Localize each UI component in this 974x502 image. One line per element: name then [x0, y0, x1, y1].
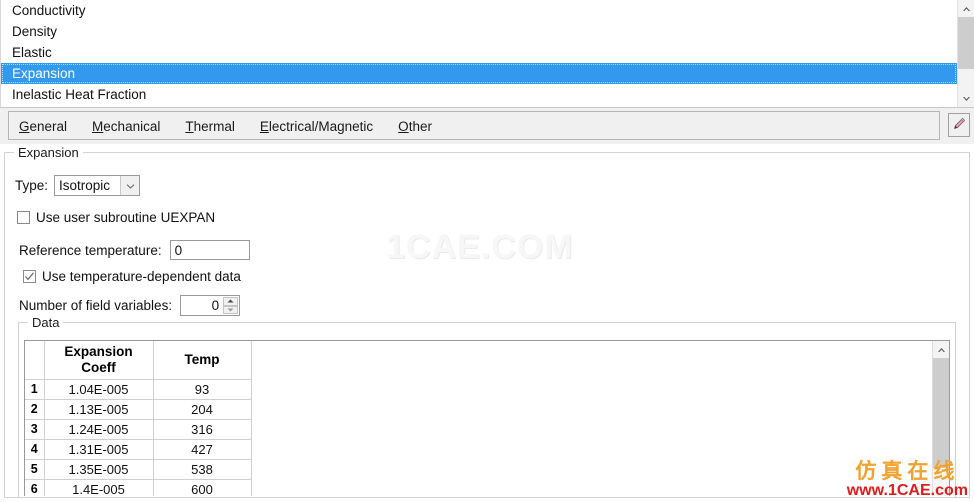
table-body: 1 1.04E-005 93 2 1.13E-005 204 3 1.24E-0…: [25, 378, 252, 496]
cell-temp[interactable]: 93: [152, 378, 252, 400]
tab-thermal-label: hermal: [193, 118, 235, 134]
type-row: Type: Isotropic: [15, 175, 141, 196]
table-row[interactable]: 3 1.24E-005 316: [25, 418, 252, 440]
column-header-line1: Expansion: [64, 343, 133, 359]
cell-expansion-coeff[interactable]: 1.13E-005: [43, 398, 154, 420]
reference-temperature-label: Reference temperature:: [19, 242, 162, 258]
data-table[interactable]: Expansion Coeff Temp 1 1.04E-005 93 2 1.…: [25, 341, 252, 496]
expansion-group-title: Expansion: [14, 145, 83, 160]
chevron-down-icon[interactable]: [120, 176, 140, 195]
cell-temp[interactable]: 204: [152, 398, 252, 420]
cell-expansion-coeff[interactable]: 1.35E-005: [43, 458, 154, 480]
list-item-conductivity[interactable]: Conductivity: [1, 0, 957, 21]
temp-dependent-row[interactable]: Use temperature-dependent data: [23, 269, 241, 284]
tab-other[interactable]: Other: [398, 119, 432, 134]
stepper-buttons[interactable]: [223, 297, 239, 314]
tab-mechanical[interactable]: Mechanical: [92, 119, 160, 134]
cell-temp[interactable]: 600: [152, 478, 252, 496]
material-property-list-panel: Conductivity Density Elastic Expansion I…: [0, 0, 974, 108]
table-vertical-scrollbar[interactable]: [932, 341, 949, 496]
tab-bar: General Mechanical Thermal Electrical/Ma…: [0, 108, 974, 144]
table-corner-cell: [25, 341, 45, 380]
table-row[interactable]: 6 1.4E-005 600: [25, 478, 252, 496]
field-variables-label: Number of field variables:: [19, 298, 173, 313]
column-header-line2: Coeff: [81, 359, 116, 375]
type-select[interactable]: Isotropic: [54, 175, 141, 196]
cell-expansion-coeff[interactable]: 1.4E-005: [43, 478, 154, 496]
table-header-row: Expansion Coeff Temp: [25, 341, 252, 380]
type-select-value: Isotropic: [59, 178, 111, 193]
list-item-density[interactable]: Density: [1, 21, 957, 42]
use-subroutine-label: Use user subroutine UEXPAN: [36, 210, 216, 225]
table-row[interactable]: 5 1.35E-005 538: [25, 458, 252, 480]
stepper-down-icon[interactable]: [223, 305, 239, 314]
field-variables-row: Number of field variables: 0: [19, 295, 241, 316]
chevron-down-icon[interactable]: [958, 90, 974, 107]
edit-button[interactable]: [948, 113, 970, 137]
tab-general[interactable]: General: [19, 119, 67, 134]
tab-electrical-magnetic-label: lectrical/Magnetic: [268, 118, 374, 134]
use-subroutine-row[interactable]: Use user subroutine UEXPAN: [17, 210, 215, 225]
chevron-up-icon[interactable]: [933, 341, 949, 358]
tab-strip-divider: [8, 139, 940, 140]
stepper-up-icon[interactable]: [223, 297, 239, 306]
row-number: 2: [25, 398, 45, 420]
cell-temp[interactable]: 538: [152, 458, 252, 480]
tab-general-mnemonic: G: [19, 118, 30, 134]
cell-temp[interactable]: 316: [152, 418, 252, 440]
row-number: 1: [25, 378, 45, 400]
data-group: Data Expansion Coeff Temp 1 1.04E-005 93…: [18, 315, 956, 498]
tab-thermal[interactable]: Thermal: [185, 119, 235, 134]
table-row[interactable]: 1 1.04E-005 93: [25, 378, 252, 400]
list-item-expansion[interactable]: Expansion: [1, 63, 957, 84]
cell-temp[interactable]: 427: [152, 438, 252, 460]
row-number: 4: [25, 438, 45, 460]
list-item-inelastic-heat-fraction[interactable]: Inelastic Heat Fraction: [1, 84, 957, 105]
column-header-expansion-coeff[interactable]: Expansion Coeff: [43, 341, 154, 380]
tab-mechanical-label: echanical: [103, 118, 161, 134]
row-number: 5: [25, 458, 45, 480]
tab-general-label: eneral: [29, 118, 68, 134]
list-vertical-scrollbar[interactable]: [957, 0, 974, 107]
tab-other-mnemonic: O: [398, 118, 409, 134]
tab-electrical-magnetic-mnemonic: E: [259, 118, 269, 134]
temp-dependent-label: Use temperature-dependent data: [42, 269, 241, 284]
reference-temperature-row: Reference temperature: 0: [19, 240, 250, 260]
table-row[interactable]: 4 1.31E-005 427: [25, 438, 252, 460]
use-subroutine-checkbox[interactable]: [17, 211, 30, 224]
pencil-icon: [951, 116, 967, 135]
chevron-up-icon[interactable]: [958, 0, 974, 17]
column-header-temp-label: Temp: [184, 351, 220, 367]
reference-temperature-input[interactable]: 0: [169, 240, 250, 260]
tab-electrical-magnetic[interactable]: Electrical/Magnetic: [260, 119, 373, 134]
list-item-elastic[interactable]: Elastic: [1, 42, 957, 63]
cell-expansion-coeff[interactable]: 1.04E-005: [43, 378, 154, 400]
row-number: 3: [25, 418, 45, 440]
tab-strip: General Mechanical Thermal Electrical/Ma…: [8, 111, 940, 140]
list-scrollbar-thumb[interactable]: [958, 17, 974, 69]
tab-thermal-mnemonic: T: [185, 118, 194, 134]
table-scrollbar-thumb[interactable]: [933, 358, 949, 468]
material-property-list[interactable]: Conductivity Density Elastic Expansion I…: [0, 0, 957, 107]
table-row[interactable]: 2 1.13E-005 204: [25, 398, 252, 420]
check-icon: [25, 272, 34, 281]
cell-expansion-coeff[interactable]: 1.31E-005: [43, 438, 154, 460]
column-header-temp[interactable]: Temp: [152, 341, 252, 380]
cell-expansion-coeff[interactable]: 1.24E-005: [43, 418, 154, 440]
field-variables-stepper[interactable]: 0: [180, 295, 241, 316]
data-group-title: Data: [28, 315, 64, 330]
tab-mechanical-mnemonic: M: [92, 118, 104, 134]
temp-dependent-checkbox[interactable]: [23, 270, 36, 283]
data-table-wrapper[interactable]: Expansion Coeff Temp 1 1.04E-005 93 2 1.…: [24, 340, 950, 496]
row-number: 6: [25, 478, 45, 496]
tab-other-label: ther: [408, 118, 432, 134]
type-label: Type:: [15, 178, 49, 193]
